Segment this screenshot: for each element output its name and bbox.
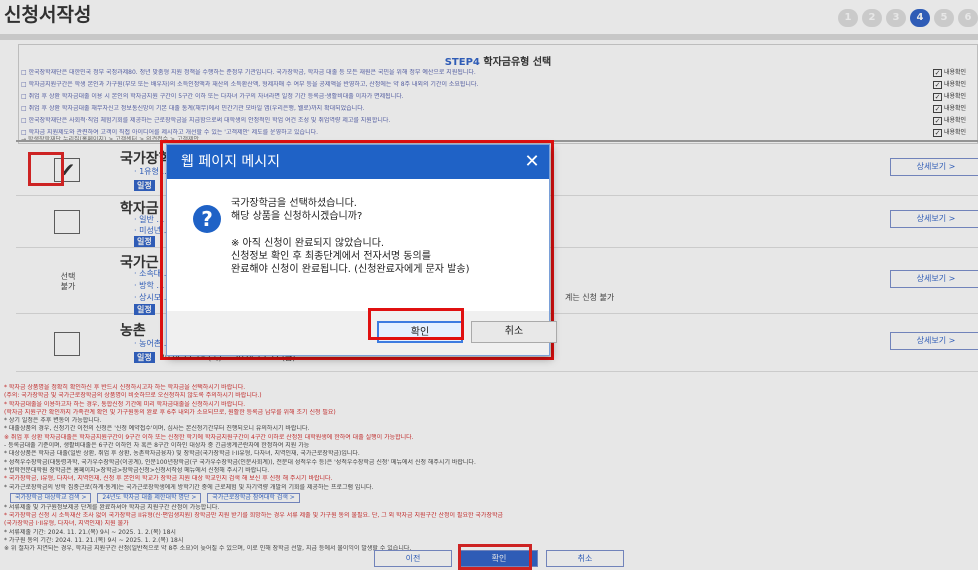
dialog-line: ※ 아직 신청이 완료되지 않았습니다.	[231, 238, 385, 249]
web-page-message-dialog: 웹 페이지 메시지 ✕ ? 국가장학금을 선택하셨습니다. 해당 상품을 신청하…	[166, 144, 557, 356]
dialog-line: 신청정보 확인 후 최종단계에서 전자서명 동의를	[231, 251, 431, 262]
question-icon: ?	[193, 205, 221, 233]
close-icon[interactable]: ✕	[519, 149, 545, 175]
dialog-line: 해당 상품을 신청하시겠습니까?	[231, 211, 363, 222]
dialog-line: 국가장학금을 선택하셨습니다.	[231, 198, 357, 209]
dialog-title: 웹 페이지 메시지	[167, 145, 549, 179]
dialog-footer: 확인 취소	[167, 311, 557, 355]
red-highlight-box	[368, 308, 464, 340]
dialog-message: 국가장학금을 선택하셨습니다. 해당 상품을 신청하시겠습니까? ※ 아직 신청…	[231, 197, 469, 276]
dialog-line: 완료해야 신청이 완료됩니다. (신청완료자에게 문자 발송)	[231, 264, 470, 275]
dialog-cancel-button[interactable]: 취소	[471, 321, 557, 343]
